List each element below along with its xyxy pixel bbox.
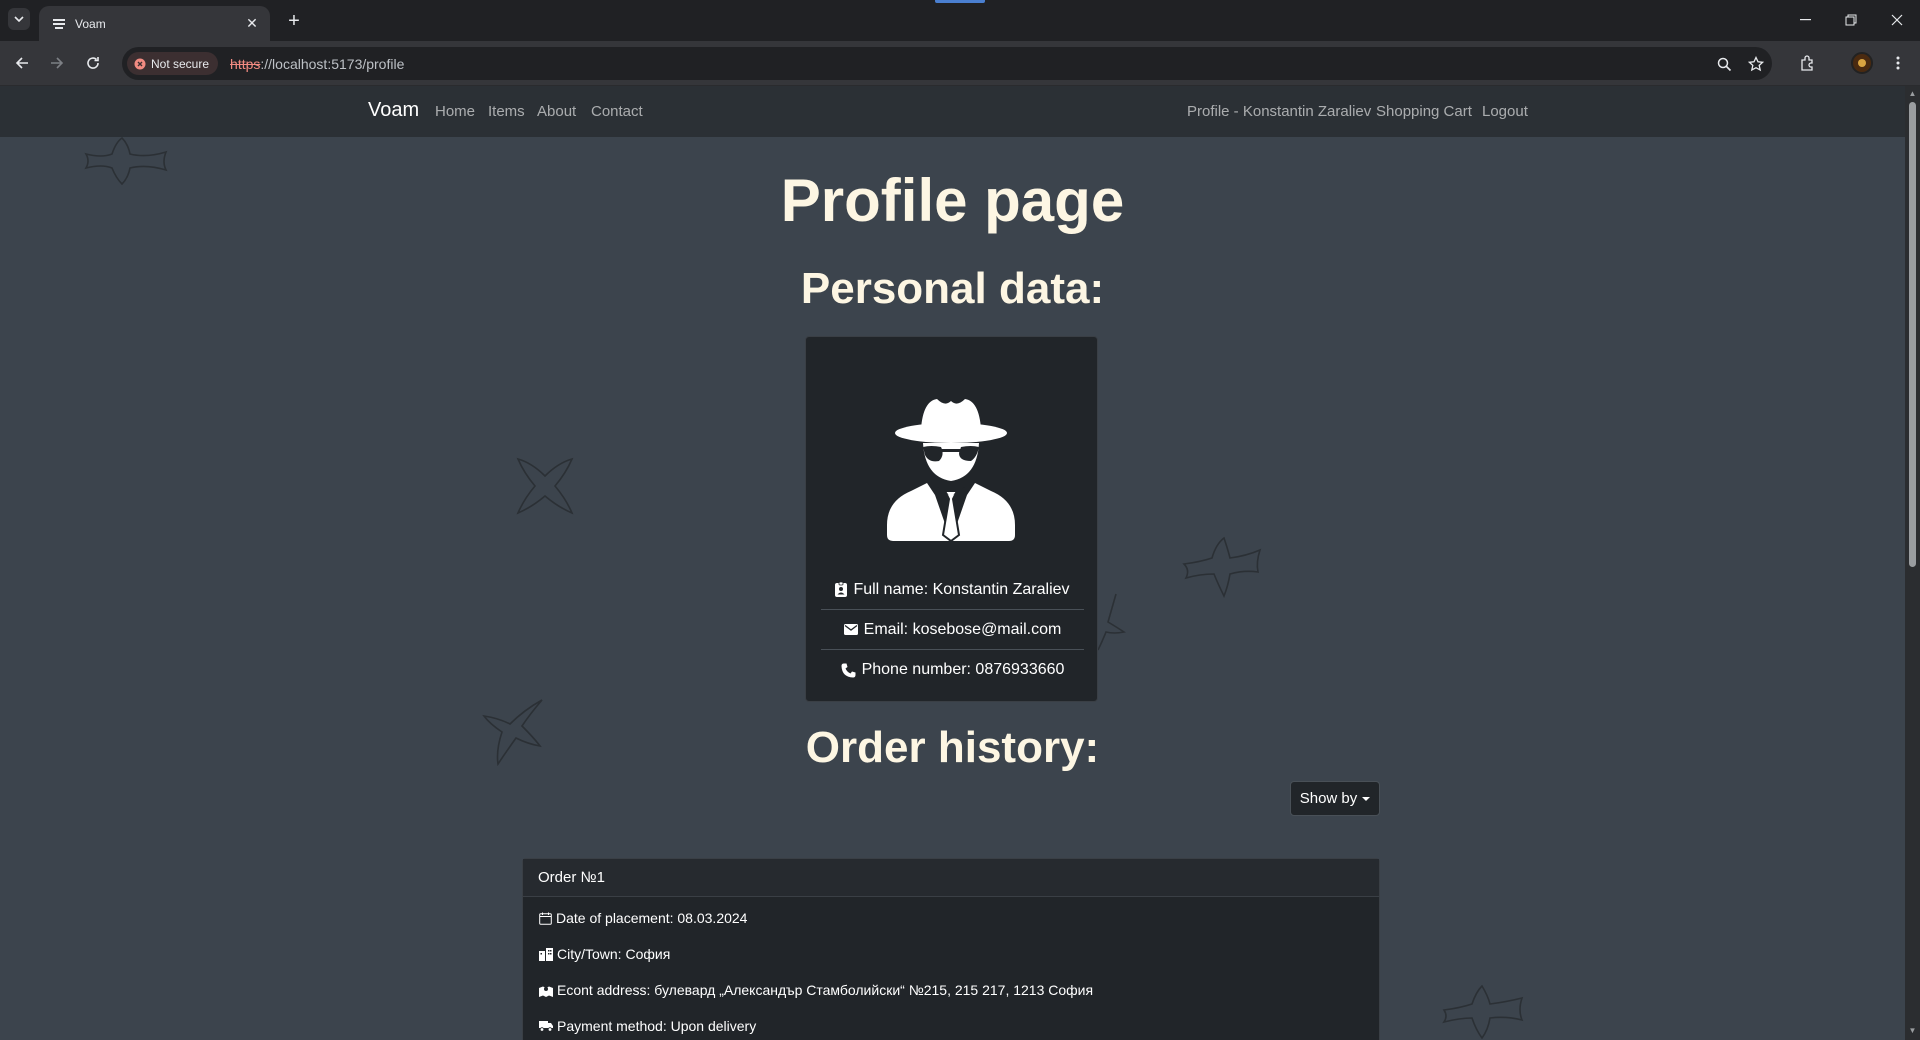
order-header: Order №1 [523,859,1379,897]
close-tab-icon[interactable]: ✕ [244,15,260,32]
nav-link-items[interactable]: Items [488,103,525,120]
email-text: Email: kosebose@mail.com [863,620,1062,638]
reload-button[interactable] [81,51,105,75]
browser-tab[interactable]: Voam ✕ [39,6,270,41]
restore-icon[interactable] [1838,8,1864,32]
url-text: https://localhost:5173/profile [230,55,405,72]
page-favicon-icon [51,16,67,32]
browser-tab-bar: Voam ✕ + [0,0,1920,41]
phone-text: Phone number: 0876933660 [861,661,1065,678]
phone-icon [841,663,856,678]
top-indicator [935,0,985,3]
incognito-avatar-icon [887,399,1015,541]
page-viewport: Voam Home Items About Contact Profile - … [0,86,1905,1040]
profile-avatar[interactable] [1851,52,1873,74]
site-navbar: Voam Home Items About Contact Profile - … [0,86,1905,137]
order-city: City/Town: София [557,946,671,962]
map-pin-icon [539,984,553,997]
show-by-label: Show by [1299,790,1358,807]
show-by-dropdown[interactable]: Show by [1290,781,1380,816]
caret-down-icon [1362,796,1371,801]
new-tab-button[interactable]: + [282,9,306,33]
profile-card: Full name: Konstantin Zaraliev Email: ko… [805,336,1098,702]
tab-list-button[interactable] [8,8,30,30]
nav-link-home[interactable]: Home [435,103,475,120]
calendar-icon [539,912,552,925]
browser-menu-icon[interactable] [1886,51,1910,75]
nav-link-logout[interactable]: Logout [1482,103,1528,120]
browser-toolbar: Not secure https://localhost:5173/profil… [0,41,1920,86]
chevron-down-icon [14,16,24,22]
scrollbar-thumb[interactable] [1909,102,1916,567]
order-card: Order №1 Date of placement: 08.03.2024 C… [522,858,1380,1040]
order-payment: Payment method: Upon delivery [557,1018,757,1034]
address-bar[interactable]: Not secure https://localhost:5173/profil… [122,47,1772,80]
brand-link[interactable]: Voam [368,99,419,122]
back-button[interactable] [10,51,34,75]
reload-icon [87,57,99,69]
truck-icon [539,1020,553,1032]
page-title: Profile page [780,167,1125,234]
full-name-text: Full name: Konstantin Zaraliev [853,580,1070,598]
extensions-icon[interactable] [1796,51,1820,75]
full-name-row: Full name: Konstantin Zaraliev [821,570,1084,610]
decorative-cross-icon [1442,984,1524,1040]
page-scrollbar[interactable]: ▲ ▼ [1905,86,1920,1040]
not-secure-icon [134,58,146,69]
decorative-cross-icon [1182,536,1262,598]
zoom-icon[interactable] [1714,54,1734,74]
decorative-cross-icon [516,457,574,515]
order-history-heading: Order history: [805,723,1100,772]
nav-link-contact[interactable]: Contact [591,103,643,120]
order-payment-line: Payment method: Upon delivery [539,1018,756,1034]
tab-title: Voam [75,16,106,31]
order-address: Econt address: булевард „Александър Стам… [557,982,1094,998]
security-chip[interactable]: Not secure [127,52,219,75]
security-label: Not secure [151,56,210,71]
back-arrow-icon [15,57,28,69]
nav-link-shopping-cart[interactable]: Shopping Cart [1376,103,1472,120]
nav-link-about[interactable]: About [537,103,576,120]
forward-button[interactable] [45,51,69,75]
forward-arrow-icon [51,57,64,69]
phone-row: Phone number: 0876933660 [821,650,1084,690]
minimize-icon[interactable] [1792,8,1818,32]
order-city-line: City/Town: София [539,946,670,962]
bookmark-star-icon[interactable] [1746,54,1766,74]
buildings-icon [539,947,553,961]
order-date-line: Date of placement: 08.03.2024 [539,910,747,926]
order-date: Date of placement: 08.03.2024 [556,910,748,926]
close-window-icon[interactable] [1884,8,1910,32]
id-badge-icon [835,582,848,597]
envelope-icon [843,624,858,635]
scroll-down-icon[interactable]: ▼ [1908,1026,1917,1035]
email-row: Email: kosebose@mail.com [821,610,1084,650]
nav-link-profile[interactable]: Profile - Konstantin Zaraliev [1187,103,1371,120]
scroll-up-icon[interactable]: ▲ [1908,89,1917,98]
order-address-line: Econt address: булевард „Александър Стам… [539,982,1093,998]
order-title: Order №1 [538,869,605,886]
personal-data-heading: Personal data: [800,264,1105,313]
